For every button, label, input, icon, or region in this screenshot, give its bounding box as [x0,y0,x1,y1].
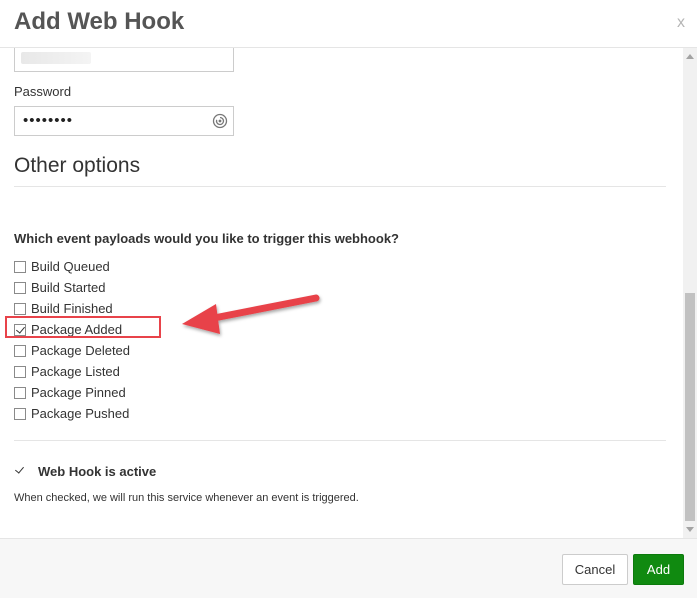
event-item-build-started[interactable]: Build Started [14,277,130,298]
eye-reveal-icon[interactable] [212,113,228,129]
event-checkbox-list: Build Queued Build Started Build Finishe… [14,256,130,424]
checkbox[interactable] [14,302,26,315]
event-label: Build Queued [31,259,110,274]
checkbox[interactable] [14,407,26,420]
password-label: Password [14,84,72,99]
dialog-title: Add Web Hook [14,8,185,35]
event-label: Package Deleted [31,343,131,358]
dialog-footer: Cancel Add [0,538,697,598]
arrow-left-icon [182,294,320,334]
add-webhook-dialog: Add Web Hook x Password •••••••• Other o… [0,0,697,598]
section-divider [14,440,666,441]
other-options-heading: Other options [14,154,141,177]
section-divider [14,186,666,187]
event-item-package-pinned[interactable]: Package Pinned [14,382,130,403]
event-item-package-listed[interactable]: Package Listed [14,361,130,382]
event-label: Package Pushed [31,406,130,421]
events-question: Which event payloads would you like to t… [14,231,399,246]
scroll-down-icon[interactable] [686,527,694,532]
checkbox-checked[interactable] [14,465,27,478]
checkbox[interactable] [14,386,26,399]
add-button[interactable]: Add [633,554,684,585]
password-value: •••••••• [23,112,74,129]
password-field[interactable]: •••••••• [14,106,234,136]
event-label: Package Listed [31,364,120,379]
scrollbar-thumb[interactable] [685,293,695,521]
active-label: Web Hook is active [38,464,157,479]
event-item-build-queued[interactable]: Build Queued [14,256,130,277]
checkbox[interactable] [14,365,26,378]
checkbox[interactable] [14,260,26,273]
vertical-scrollbar[interactable] [683,48,697,538]
event-item-package-pushed[interactable]: Package Pushed [14,403,130,424]
annotation-highlight-box [5,316,161,338]
dialog-header: Add Web Hook x [0,0,697,48]
active-help-text: When checked, we will run this service w… [14,492,359,504]
close-icon[interactable]: x [677,14,685,32]
event-item-package-deleted[interactable]: Package Deleted [14,340,130,361]
event-label: Package Pinned [31,385,126,400]
event-label: Build Started [31,280,106,295]
redacted-username [21,52,91,64]
cancel-button[interactable]: Cancel [562,554,628,585]
username-field[interactable] [14,48,234,72]
event-label: Build Finished [31,301,113,316]
checkbox[interactable] [14,281,26,294]
webhook-active-toggle[interactable]: Web Hook is active [14,464,156,479]
checkbox[interactable] [14,344,26,357]
scroll-up-icon[interactable] [686,54,694,59]
